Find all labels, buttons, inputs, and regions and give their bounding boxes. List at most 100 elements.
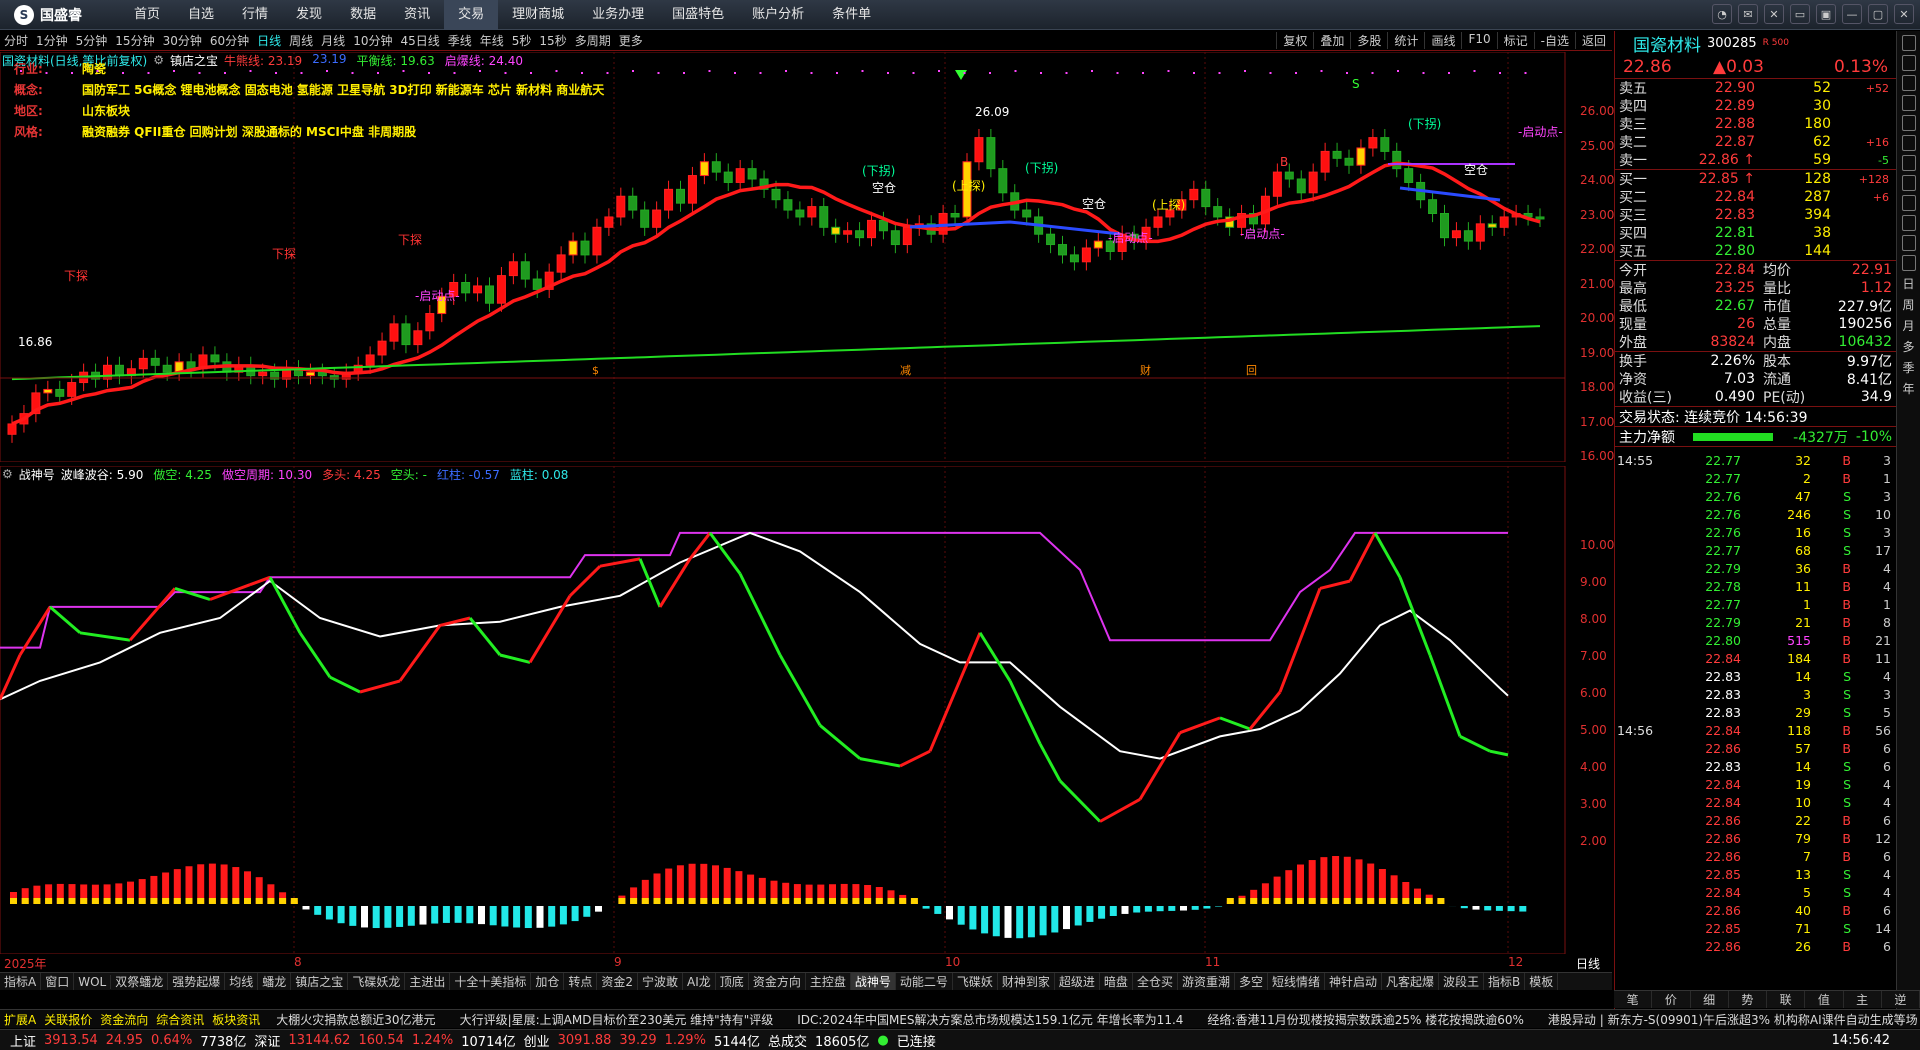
period-tab[interactable]: 周线 [285,32,317,49]
tool-button[interactable]: F10 [1461,32,1496,49]
menu-item-6[interactable]: 交易 [444,0,499,30]
candle[interactable] [413,330,423,346]
sidebar-tool-icon[interactable] [1901,95,1916,111]
book-row[interactable]: 买一 22.85 ↑ 128 +128 [1615,170,1896,188]
candle[interactable] [1475,223,1485,242]
indicator-tab[interactable]: 主控盘 [806,973,851,990]
sidebar-period[interactable]: 季 [1902,359,1914,376]
candle[interactable] [103,364,112,380]
candle[interactable] [819,206,829,228]
tool-button[interactable]: 叠加 [1313,32,1350,49]
sidebar-tool-icon[interactable] [1901,75,1916,91]
menu-item-0[interactable]: 首页 [120,0,174,30]
candle[interactable] [210,354,220,363]
candle[interactable] [998,168,1008,194]
candle[interactable] [1308,171,1318,194]
menu-item-1[interactable]: 自选 [174,0,228,30]
news-item[interactable]: 港股异动 | 新东方-S(09901)午后涨超3% 机构称AI课件自动生成等场 [1536,1011,1920,1028]
sz-name[interactable]: 深证 [250,1031,284,1050]
indicator-tab[interactable]: 多空 [1235,973,1268,990]
tick-tab[interactable]: 联 [1767,991,1806,1008]
skin-icon[interactable]: ▣ [1816,4,1836,24]
indicator-tab[interactable]: 主进出 [405,973,451,990]
indicator-tab[interactable]: 动能二号 [896,973,953,990]
candle[interactable] [1296,178,1306,194]
candle[interactable] [485,285,494,304]
period-tab[interactable]: 年线 [476,32,508,49]
candle[interactable] [795,209,805,218]
candle[interactable] [305,371,315,377]
indicator-tab[interactable]: 指标B [1484,973,1526,990]
quote-stock-name[interactable]: 国瓷材料 [1633,31,1701,56]
period-tab[interactable]: 5分钟 [72,32,112,49]
candle[interactable] [1356,147,1366,166]
period-tab[interactable]: 1分钟 [32,32,72,49]
ticker-tab[interactable]: 资金流向 [96,1011,152,1028]
candle[interactable] [1213,206,1223,218]
candle[interactable] [855,230,865,239]
indicator-tab[interactable]: 超级进 [1055,973,1100,990]
candle[interactable] [329,375,339,380]
indicator-tab[interactable]: 加仓 [531,973,565,990]
sidebar-tool-icon[interactable] [1901,215,1916,231]
tool-button[interactable]: 复权 [1276,32,1313,49]
ticker-tab[interactable]: 关联报价 [40,1011,96,1028]
indicator-tab[interactable]: 十全十美指标 [450,973,532,990]
candle[interactable] [616,195,626,218]
sidebar-tool-icon[interactable] [1901,235,1916,251]
candle[interactable] [1272,171,1282,197]
candle[interactable] [138,357,148,370]
candle[interactable] [1499,216,1509,228]
candle[interactable] [1201,188,1211,208]
candle[interactable] [783,199,793,211]
book-row[interactable]: 卖三 22.88 180 [1615,115,1896,133]
sidebar-period[interactable]: 日 [1902,275,1914,292]
menu-item-5[interactable]: 资讯 [390,0,444,30]
indicator-tab[interactable]: 转点 [564,973,598,990]
tool-button[interactable]: 画线 [1424,32,1461,49]
indicator-tab[interactable]: 战神号 [850,973,896,990]
candle[interactable] [771,188,781,201]
candle[interactable] [473,285,483,294]
candle[interactable] [150,357,160,366]
candle[interactable] [317,371,327,377]
indicator-tab[interactable]: 资金2 [597,973,639,990]
candle[interactable] [508,261,518,277]
candle[interactable] [1344,157,1354,166]
menu-item-3[interactable]: 发现 [282,0,336,30]
sidebar-tool-icon[interactable] [1901,115,1916,131]
indicator-tab[interactable]: 窗口 [41,973,75,990]
candle[interactable] [1022,209,1032,218]
candle[interactable] [1153,216,1163,228]
candle[interactable] [365,354,375,366]
indicator-tab[interactable]: 飞碟妖 [953,973,998,990]
sidebar-tool-icon[interactable] [1901,255,1916,271]
indicator-tab[interactable]: 顶底 [716,973,749,990]
message-icon[interactable]: ◔ [1712,4,1732,24]
candle[interactable] [747,168,757,180]
tick-tab[interactable]: 笔 [1614,991,1653,1008]
candle[interactable] [461,282,471,294]
menu-item-11[interactable]: 条件单 [818,0,885,30]
candle[interactable] [831,226,841,235]
candle[interactable] [389,323,399,342]
candle[interactable] [55,388,65,397]
candle[interactable] [1093,240,1103,249]
candle[interactable] [676,188,685,204]
period-tab[interactable]: 30分钟 [159,32,206,49]
book-row[interactable]: 买五 22.80 144 [1615,242,1896,260]
trade-ticks[interactable]: 14:55 22.77 32 B 3 22.77 2 B 1 22.76 47 S 3 22.76 246 S… [1615,447,1896,955]
period-tab[interactable]: 日线 [253,32,285,49]
news-item[interactable]: 经络:香港11月份现楼按揭宗数跌逾25% 楼花按揭跌逾60% [1195,1011,1535,1028]
tick-tab[interactable]: 逆 [1882,991,1920,1008]
candle[interactable] [568,240,578,256]
sidebar-tool-icon[interactable] [1901,155,1916,171]
candle[interactable] [867,219,876,239]
indicator-tab[interactable]: 全仓买 [1133,973,1178,990]
tool-button[interactable]: 多股 [1350,32,1387,49]
sidebar-period[interactable]: 多 [1902,338,1914,355]
candle[interactable] [556,254,566,273]
candle[interactable] [628,195,638,211]
indicator-chart[interactable] [0,466,1612,954]
sidebar-tool-icon[interactable] [1901,175,1916,191]
